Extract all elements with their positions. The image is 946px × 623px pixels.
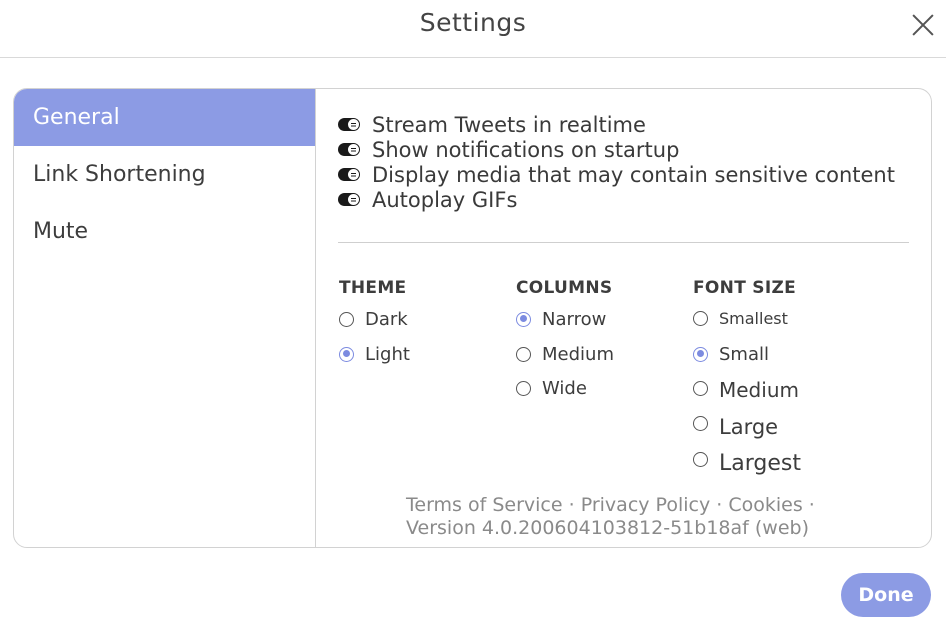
toggle-switch-icon[interactable] <box>338 143 360 156</box>
cookies-link[interactable]: Cookies <box>728 494 802 516</box>
radio-selected-icon[interactable] <box>516 311 531 327</box>
toggle-stream-tweets[interactable]: Stream Tweets in realtime <box>338 112 895 137</box>
close-icon[interactable] <box>912 14 934 36</box>
option-label: Wide <box>542 377 587 399</box>
general-settings: Stream Tweets in realtime Show notificat… <box>316 89 931 547</box>
columns-option-medium[interactable]: Medium <box>516 343 614 365</box>
font-size-option-medium[interactable]: Medium <box>693 378 801 402</box>
toggle-autoplay-gifs[interactable]: Autoplay GIFs <box>338 187 895 212</box>
option-label: Dark <box>365 308 408 330</box>
radio-selected-icon[interactable] <box>693 346 708 362</box>
columns-group: COLUMNS Narrow Medium Wide <box>516 277 614 399</box>
toggle-switch-icon[interactable] <box>338 168 360 181</box>
font-size-heading: FONT SIZE <box>693 278 797 298</box>
toggle-label: Display media that may contain sensitive… <box>372 162 895 187</box>
option-label: Smallest <box>719 308 788 328</box>
footer-separator: · <box>716 494 723 516</box>
done-button[interactable]: Done <box>841 573 931 617</box>
radio-icon[interactable] <box>693 451 708 467</box>
columns-option-wide[interactable]: Wide <box>516 377 614 399</box>
sidebar-item-general[interactable]: General <box>14 89 315 146</box>
radio-icon[interactable] <box>693 310 708 326</box>
theme-group: THEME Dark Light <box>339 277 410 365</box>
option-label: Light <box>365 343 410 365</box>
option-label: Large <box>719 414 779 439</box>
toggle-switch-icon[interactable] <box>338 193 360 206</box>
dialog-title: Settings <box>419 8 527 37</box>
sidebar-item-link-shortening[interactable]: Link Shortening <box>14 146 315 203</box>
version-text: Version 4.0.200604103812-51b18af (web) <box>406 517 809 539</box>
font-size-option-largest[interactable]: Largest <box>693 449 801 477</box>
theme-option-dark[interactable]: Dark <box>339 308 410 330</box>
radio-icon[interactable] <box>516 380 531 396</box>
option-label: Medium <box>719 378 799 402</box>
radio-selected-icon[interactable] <box>339 346 354 362</box>
privacy-policy-link[interactable]: Privacy Policy <box>581 494 710 516</box>
toggle-notifications-startup[interactable]: Show notifications on startup <box>338 137 895 162</box>
toggle-label: Show notifications on startup <box>372 137 680 162</box>
toggle-switch-icon[interactable] <box>338 118 360 131</box>
radio-icon[interactable] <box>693 381 708 396</box>
option-label: Largest <box>719 450 801 476</box>
toggle-list: Stream Tweets in realtime Show notificat… <box>338 112 895 212</box>
columns-heading: COLUMNS <box>516 278 613 298</box>
option-label: Small <box>719 343 769 365</box>
toggle-label: Autoplay GIFs <box>372 187 518 212</box>
footer-links: Terms of Service · Privacy Policy · Cook… <box>406 494 815 540</box>
theme-option-light[interactable]: Light <box>339 343 410 365</box>
dialog-header: Settings <box>0 0 946 58</box>
font-size-option-small[interactable]: Small <box>693 343 801 365</box>
font-size-option-smallest[interactable]: Smallest <box>693 307 801 329</box>
option-label: Narrow <box>542 308 607 330</box>
radio-icon[interactable] <box>693 416 708 431</box>
sidebar-item-mute[interactable]: Mute <box>14 203 315 260</box>
option-label: Medium <box>542 343 614 365</box>
font-size-group: FONT SIZE Smallest Small Medium Large La… <box>693 277 801 477</box>
toggle-label: Stream Tweets in realtime <box>372 112 646 137</box>
settings-panel: General Link Shortening Mute Stream Twee… <box>13 88 932 548</box>
terms-of-service-link[interactable]: Terms of Service <box>406 494 563 516</box>
font-size-option-large[interactable]: Large <box>693 413 801 440</box>
columns-option-narrow[interactable]: Narrow <box>516 308 614 330</box>
radio-icon[interactable] <box>339 311 354 327</box>
toggle-sensitive-media[interactable]: Display media that may contain sensitive… <box>338 162 895 187</box>
footer-separator: · <box>808 494 815 516</box>
theme-heading: THEME <box>339 278 407 298</box>
settings-sidebar: General Link Shortening Mute <box>14 89 316 547</box>
radio-icon[interactable] <box>516 346 531 362</box>
footer-separator: · <box>568 494 575 516</box>
section-divider <box>338 242 909 243</box>
